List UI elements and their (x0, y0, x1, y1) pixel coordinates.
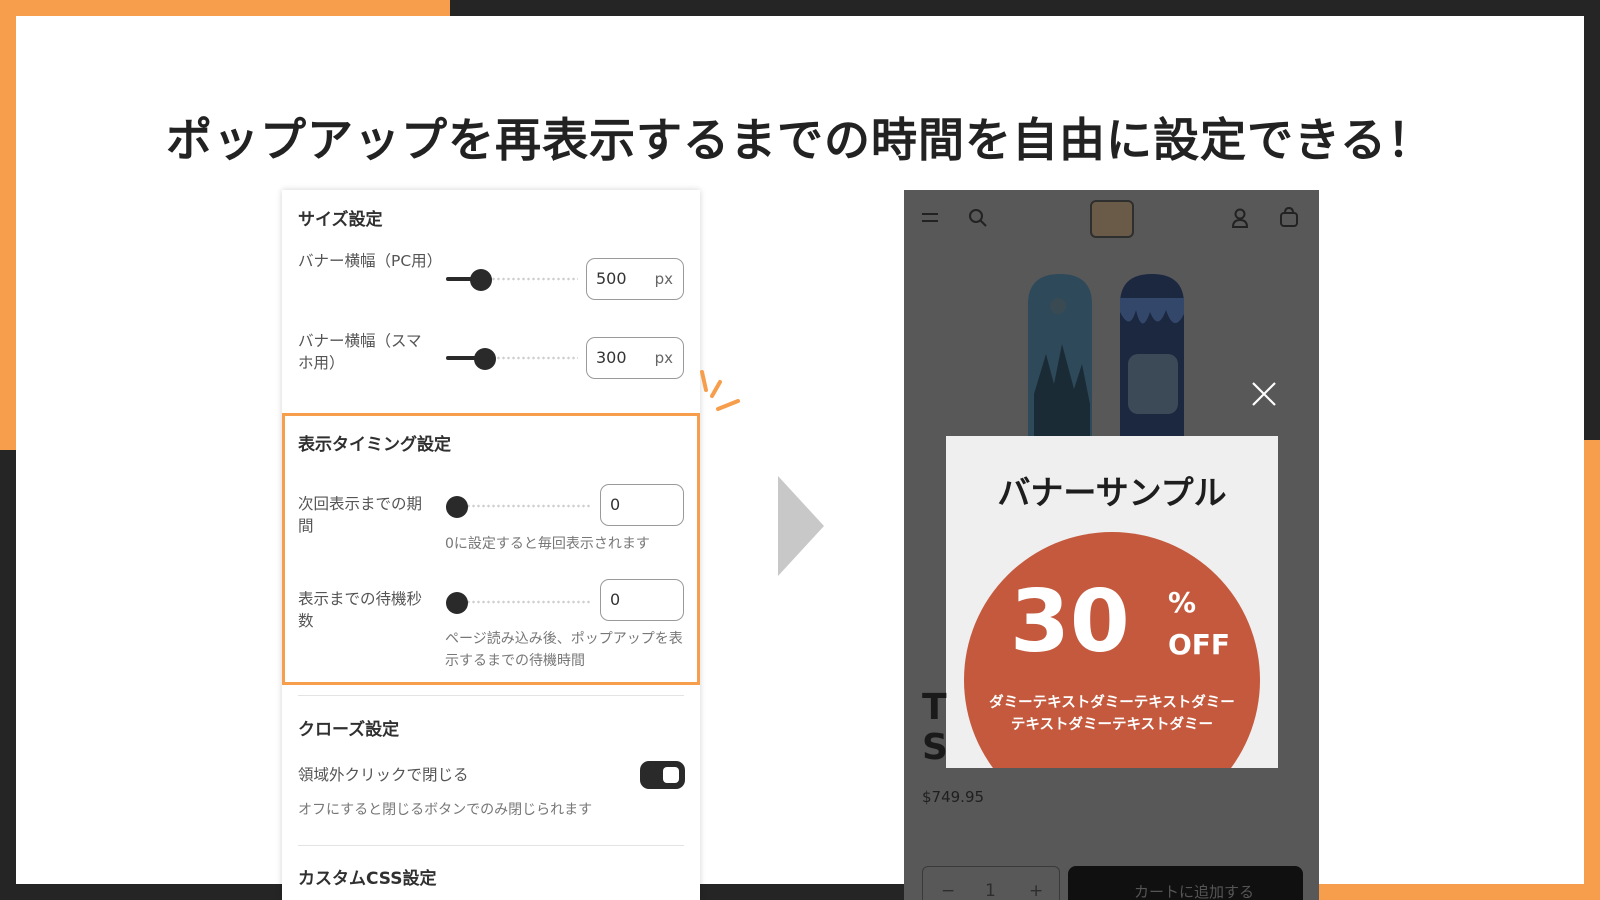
headline: ポップアップを再表示するまでの時間を自由に設定できる！ (165, 113, 1435, 167)
add-to-cart-button[interactable]: カートに追加する (1068, 866, 1303, 900)
cart-icon[interactable] (1278, 206, 1300, 228)
discount-number: 30 (1010, 572, 1130, 672)
product-price: $749.95 (922, 788, 985, 806)
pc-width-unit: px (654, 270, 673, 288)
qty-minus-button[interactable]: − (941, 881, 955, 900)
slider-knob[interactable] (470, 269, 492, 291)
discount-circle: 30 % OFF ダミーテキストダミーテキストダミー テキストダミーテキストダミ… (964, 532, 1260, 768)
qty-value: 1 (985, 881, 996, 900)
add-to-cart-label: カートに追加する (1134, 883, 1255, 900)
banner-title: バナーサンプル (997, 473, 1227, 512)
sp-width-slider[interactable] (446, 348, 578, 370)
menu-icon[interactable] (920, 210, 940, 226)
product-title-fragment: T S (922, 687, 948, 768)
slider-knob[interactable] (474, 348, 496, 370)
divider (298, 845, 684, 846)
outside-click-label: 領域外クリックで閉じる (298, 766, 469, 784)
discount-off: OFF (1168, 628, 1231, 661)
emphasis-sparks-icon (700, 370, 740, 411)
custom-css-title: カスタムCSS設定 (298, 869, 437, 889)
pc-width-input[interactable]: 500 px (586, 258, 684, 300)
close-settings-title: クローズ設定 (298, 720, 400, 740)
popup-banner[interactable]: バナーサンプル 30 % OFF ダミーテキストダミーテキストダミー テキストダ… (946, 436, 1278, 768)
banner-dummy-text: ダミーテキストダミーテキストダミー テキストダミーテキストダミー (989, 695, 1235, 733)
search-icon[interactable] (968, 208, 988, 228)
size-settings-title: サイズ設定 (298, 210, 383, 230)
arrow-right-icon (778, 476, 824, 576)
account-icon[interactable] (1230, 207, 1250, 229)
phone-preview: バナーサンプル 30 % OFF ダミーテキストダミーテキストダミー テキストダ… (904, 190, 1319, 900)
close-icon[interactable] (1250, 380, 1278, 408)
timing-highlight-frame (282, 413, 700, 685)
pc-width-value: 500 (596, 269, 627, 288)
outside-click-help: オフにすると閉じるボタンでのみ閉じられます (298, 802, 593, 818)
toggle-thumb (663, 767, 679, 783)
divider (298, 695, 684, 696)
pc-width-slider[interactable] (446, 269, 578, 291)
sp-width-unit: px (654, 349, 673, 367)
store-logo[interactable] (1090, 200, 1134, 238)
snowboard-product-image (1028, 274, 1184, 454)
sp-width-input[interactable]: 300 px (586, 337, 684, 379)
sp-width-label: バナー横幅（スマホ用） (298, 332, 422, 372)
discount-percent: % (1168, 586, 1197, 619)
sp-width-value: 300 (596, 348, 627, 367)
quantity-stepper[interactable]: − 1 + (922, 866, 1060, 900)
content-panel: ポップアップを再表示するまでの時間を自由に設定できる！ (16, 16, 1584, 884)
qty-plus-button[interactable]: + (1029, 881, 1043, 900)
pc-width-label: バナー横幅（PC用） (298, 252, 443, 270)
outside-click-toggle[interactable] (640, 761, 685, 789)
